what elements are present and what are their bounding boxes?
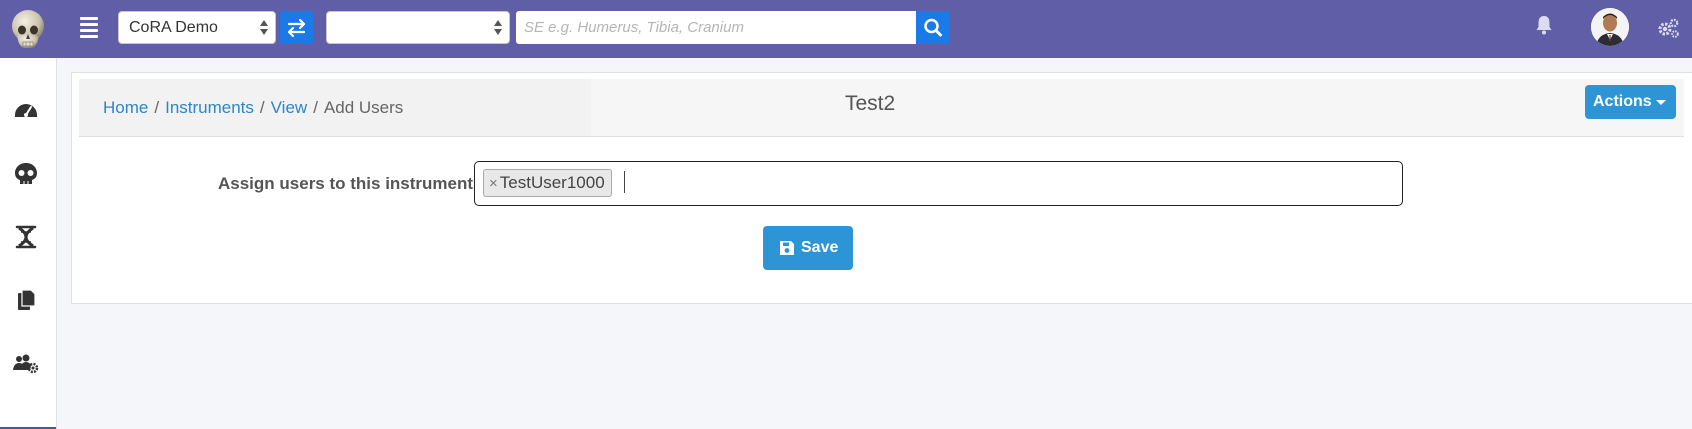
text-cursor <box>624 171 625 193</box>
breadcrumb-container: Home / Instruments / View / Add Users <box>79 79 591 136</box>
settings-gears-icon[interactable] <box>1656 17 1680 39</box>
breadcrumb-current: Add Users <box>323 98 404 117</box>
actions-label: Actions <box>1593 93 1652 110</box>
actions-dropdown-button[interactable]: Actions <box>1585 85 1676 119</box>
users-tag-input[interactable]: × TestUser1000 <box>474 161 1403 206</box>
project-select[interactable]: CoRA Demo <box>118 11 276 44</box>
dashboard-icon[interactable] <box>13 98 39 122</box>
page-title: Test2 <box>845 92 896 115</box>
search-icon <box>924 18 942 37</box>
select-arrows-icon <box>494 19 502 36</box>
save-label: Save <box>801 239 839 256</box>
search-button[interactable] <box>916 11 950 44</box>
floppy-disk-icon <box>780 241 794 255</box>
breadcrumb-home-link[interactable]: Home <box>103 98 148 117</box>
documents-icon[interactable] <box>13 288 39 312</box>
user-avatar[interactable] <box>1591 8 1629 46</box>
search-input[interactable] <box>516 11 916 44</box>
menu-toggle-icon[interactable] <box>80 17 98 38</box>
skull-icon[interactable] <box>13 162 39 186</box>
breadcrumb-separator: / <box>313 98 318 117</box>
dna-icon[interactable] <box>13 225 39 249</box>
breadcrumb: Home / Instruments / View / Add Users <box>103 98 403 118</box>
swap-button[interactable] <box>280 11 313 44</box>
breadcrumb-separator: / <box>259 98 265 117</box>
users-gear-icon[interactable] <box>13 352 39 376</box>
bell-icon[interactable] <box>1535 14 1553 36</box>
breadcrumb-separator: / <box>154 98 160 117</box>
caret-down-icon <box>1656 100 1666 105</box>
project-select-value: CoRA Demo <box>129 19 218 36</box>
assign-users-label: Assign users to this instrument <box>218 174 474 193</box>
tag-remove-icon[interactable]: × <box>489 175 498 192</box>
select-arrows-icon <box>260 19 268 36</box>
swap-arrows-icon <box>287 18 306 38</box>
sidebar <box>0 58 57 429</box>
skull-logo-icon[interactable] <box>8 8 48 52</box>
user-tag: × TestUser1000 <box>483 169 612 197</box>
save-button[interactable]: Save <box>763 226 853 270</box>
user-tag-label: TestUser1000 <box>499 173 605 192</box>
top-navbar: CoRA Demo <box>0 0 1692 58</box>
breadcrumb-instruments-link[interactable]: Instruments <box>165 98 254 117</box>
secondary-select[interactable] <box>326 11 510 44</box>
breadcrumb-view-link[interactable]: View <box>271 98 308 117</box>
